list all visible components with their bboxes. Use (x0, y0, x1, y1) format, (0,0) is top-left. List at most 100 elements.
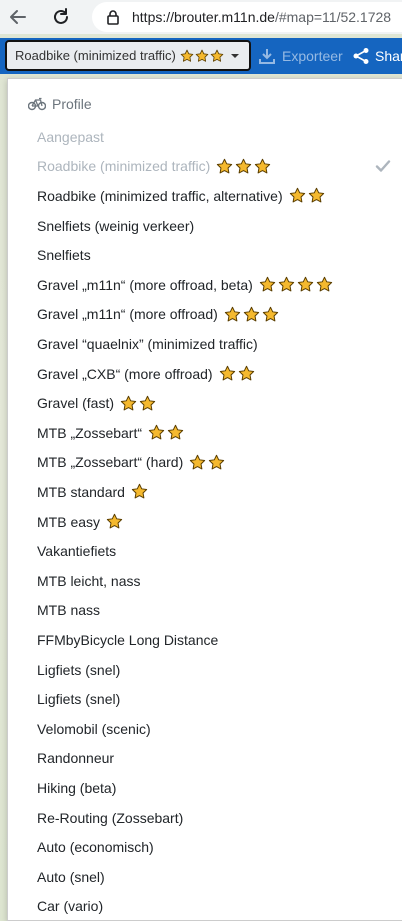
star-icon (120, 395, 137, 411)
menu-item[interactable]: Vakantiefiets (8, 536, 402, 566)
menu-item-label: MTB standard (37, 483, 125, 500)
menu-item[interactable]: Randonneur (8, 744, 402, 774)
menu-item[interactable]: Velomobil (scenic) (8, 714, 402, 744)
chevron-down-icon (230, 53, 239, 58)
menu-item-label: Randonneur (37, 750, 115, 767)
rating-stars (216, 158, 271, 175)
star-icon (210, 49, 224, 62)
rating-stars (106, 513, 123, 530)
menu-item-label: Ligfiets (snel) (37, 691, 121, 708)
menu-item-label: MTB leicht, nass (37, 572, 141, 589)
bicycle-icon (28, 97, 46, 111)
star-icon (131, 484, 148, 499)
profile-dropdown-stars (180, 49, 224, 63)
menu-item[interactable]: Gravel “quaelnix” (minimized traffic) (8, 329, 402, 359)
star-icon (219, 365, 235, 381)
star-icon (316, 277, 332, 292)
menu-item-label: Hiking (beta) (37, 779, 117, 796)
checkmark-icon (375, 158, 391, 177)
back-icon[interactable] (3, 2, 33, 32)
url-path: /#map=11/52.1728 (274, 9, 392, 25)
star-icon (238, 365, 254, 381)
star-icon (180, 49, 194, 62)
menu-item[interactable]: Gravel „m11n“ (more offroad) (8, 300, 402, 330)
menu-item-label: MTB nass (37, 602, 101, 619)
menu-item[interactable]: FFMbyBicycle Long Distance (8, 625, 402, 655)
menu-item[interactable]: Hiking (beta) (8, 773, 402, 803)
rating-stars (189, 454, 225, 471)
rating-stars (224, 306, 279, 323)
rating-stars (148, 424, 184, 441)
menu-item-label: Gravel „CXB“ (more offroad) (37, 365, 213, 382)
star-icon (243, 306, 259, 322)
browser-toolbar: https://brouter.m11n.de/#map=11/52.1728 (0, 0, 402, 34)
profile-dropdown[interactable]: Roadbike (minimized traffic) (5, 40, 251, 71)
menu-header: Profile (28, 93, 92, 115)
menu-item-label: MTB „Zossebart“ (hard) (37, 454, 184, 471)
lock-icon (106, 9, 120, 25)
share-label: Share (375, 48, 402, 64)
star-icon (195, 49, 209, 62)
menu-item[interactable]: Car (vario) (8, 892, 402, 920)
export-button[interactable]: Exporteer (258, 38, 343, 74)
star-icon (278, 277, 294, 292)
menu-item-label: Gravel „m11n“ (more offroad) (37, 306, 218, 323)
menu-item[interactable]: Auto (economisch) (8, 832, 402, 862)
menu-item[interactable]: Roadbike (minimized traffic) (8, 152, 402, 182)
menu-item[interactable]: Gravel (fast) (8, 388, 402, 418)
menu-item-label: Velomobil (scenic) (37, 720, 151, 737)
menu-item[interactable]: MTB standard (8, 477, 402, 507)
rating-stars (259, 276, 333, 293)
menu-item[interactable]: Gravel „m11n“ (more offroad, beta) (8, 270, 402, 300)
rating-stars (131, 483, 148, 500)
export-label: Exporteer (282, 48, 343, 64)
profile-dropdown-label: Roadbike (minimized traffic) (15, 48, 176, 63)
star-icon (262, 306, 278, 322)
menu-item[interactable]: Aangepast (8, 122, 402, 152)
star-icon (167, 425, 184, 440)
app-toolbar: Roadbike (minimized traffic) Exporteer S… (0, 38, 402, 74)
menu-item[interactable]: MTB „Zossebart“ (hard) (8, 448, 402, 478)
star-icon (259, 277, 275, 292)
reload-icon[interactable] (46, 2, 76, 32)
menu-item[interactable]: Roadbike (minimized traffic, alternative… (8, 181, 402, 211)
menu-item-label: Gravel „m11n“ (more offroad, beta) (37, 276, 253, 293)
star-icon (106, 513, 123, 529)
star-icon (148, 425, 165, 440)
star-icon (190, 454, 206, 470)
share-button[interactable]: Share (352, 38, 402, 74)
url-host: https://brouter.m11n.de (132, 9, 275, 25)
menu-item-label: Roadbike (minimized traffic, alternative… (37, 187, 283, 204)
menu-item-label: Re-Routing (Zossebart) (37, 809, 184, 826)
menu-item[interactable]: Snelfiets (weinig verkeer) (8, 211, 402, 241)
menu-item[interactable]: MTB leicht, nass (8, 566, 402, 596)
menu-item[interactable]: Gravel „CXB“ (more offroad) (8, 359, 402, 389)
star-icon (255, 158, 271, 174)
address-bar[interactable]: https://brouter.m11n.de/#map=11/52.1728 (92, 2, 402, 32)
menu-item[interactable]: MTB „Zossebart“ (8, 418, 402, 448)
menu-item-label: Gravel “quaelnix” (minimized traffic) (37, 335, 258, 352)
rating-stars (289, 187, 325, 204)
menu-item[interactable]: Ligfiets (snel) (8, 655, 402, 685)
download-icon (259, 49, 275, 64)
menu-item[interactable]: Ligfiets (snel) (8, 684, 402, 714)
menu-item-label: Auto (snel) (37, 868, 105, 885)
menu-item-label: Vakantiefiets (37, 543, 117, 560)
star-icon (308, 188, 324, 203)
menu-item-label: Snelfiets (37, 247, 91, 264)
menu-item-label: Snelfiets (weinig verkeer) (37, 217, 195, 234)
menu-item-label: Aangepast (37, 128, 104, 145)
menu-item-label: Roadbike (minimized traffic) (37, 158, 211, 175)
star-icon (297, 277, 313, 292)
menu-item[interactable]: MTB easy (8, 507, 402, 537)
menu-item[interactable]: MTB nass (8, 596, 402, 626)
menu-item[interactable]: Snelfiets (8, 240, 402, 270)
profile-menu: Profile Aangepast Roadbike (minimized tra… (7, 78, 402, 921)
star-icon (209, 454, 225, 470)
menu-item[interactable]: Re-Routing (Zossebart) (8, 803, 402, 833)
menu-item-label: Ligfiets (snel) (37, 661, 121, 678)
rating-stars (219, 365, 255, 382)
star-icon (289, 188, 305, 203)
menu-item-label: FFMbyBicycle Long Distance (37, 631, 219, 648)
menu-item[interactable]: Auto (snel) (8, 862, 402, 892)
